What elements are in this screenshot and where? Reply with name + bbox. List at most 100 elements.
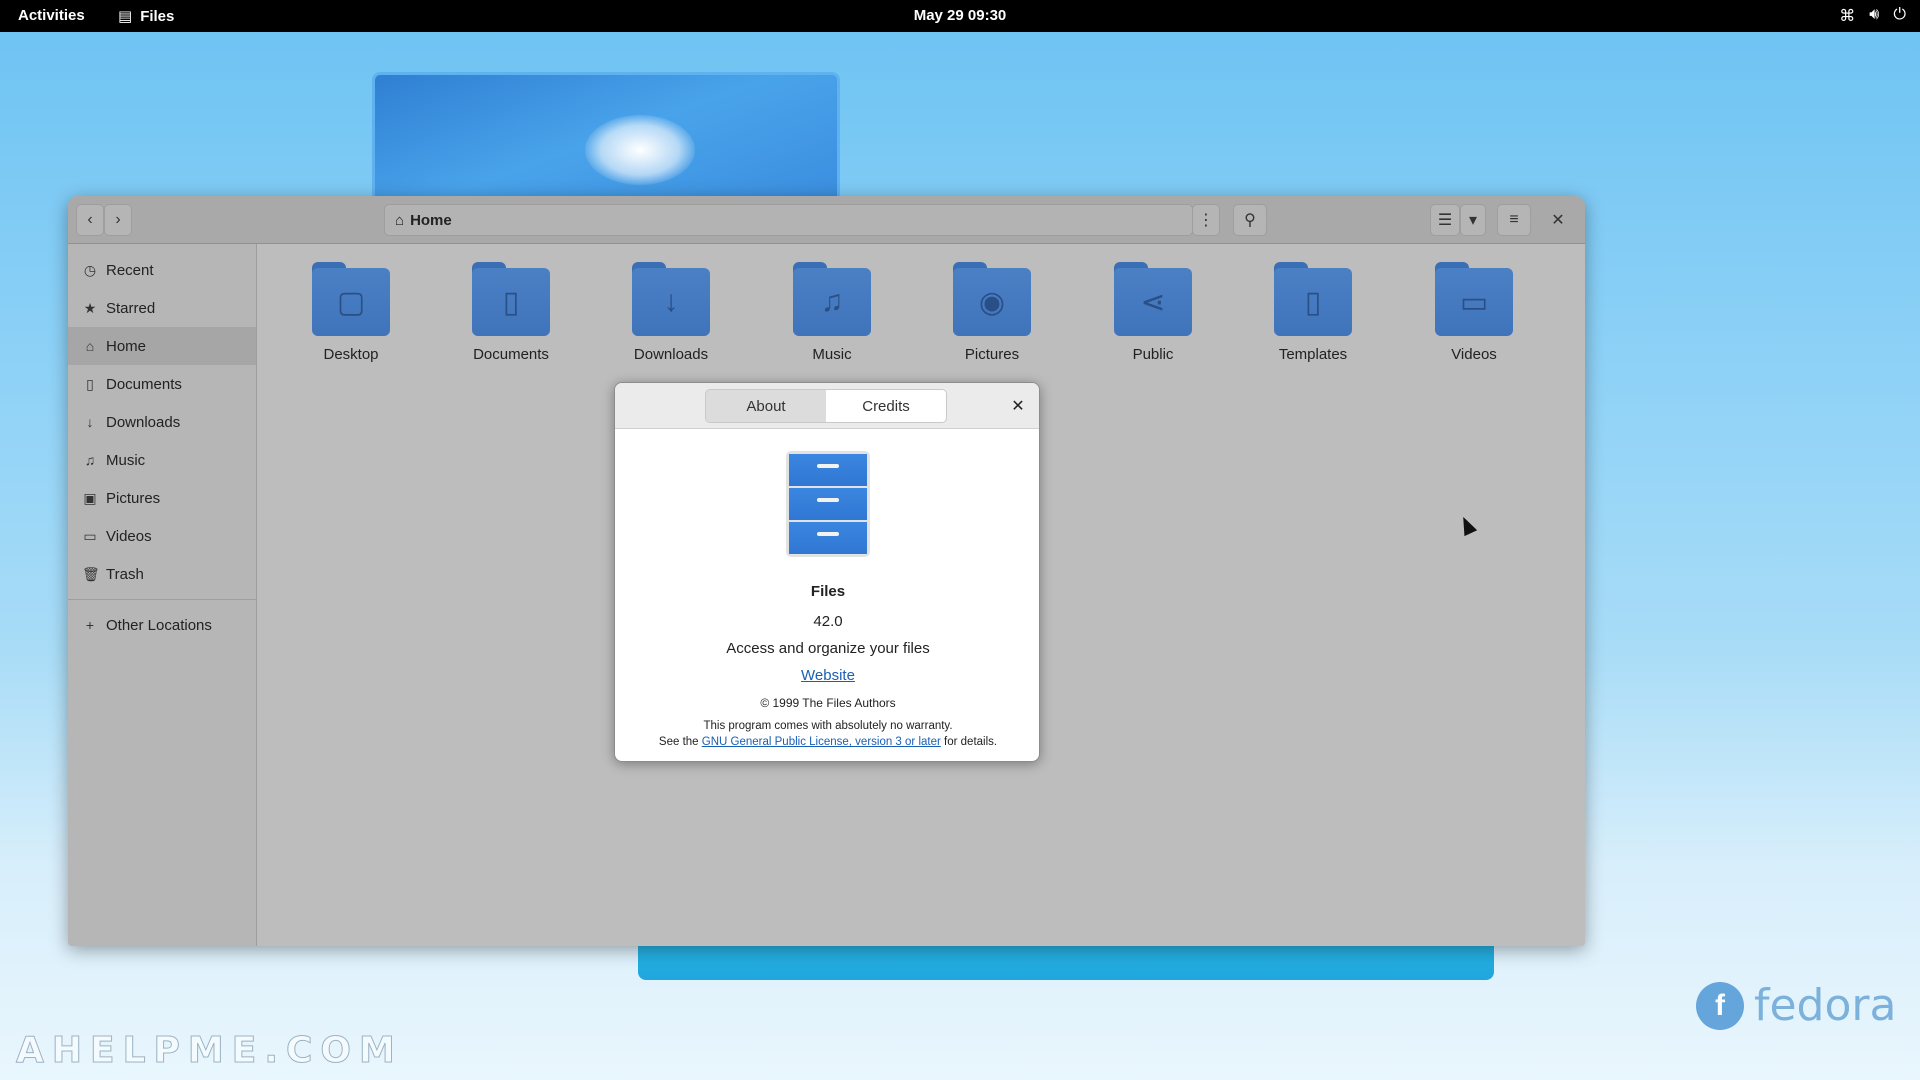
folder-icon: ▭ bbox=[1435, 262, 1513, 336]
sidebar-item-starred[interactable]: ★ Starred bbox=[68, 289, 256, 327]
power-icon[interactable]: ⏻ bbox=[1893, 6, 1906, 26]
sidebar-item-label: Videos bbox=[106, 527, 152, 545]
sidebar-item-documents[interactable]: ▯ Documents bbox=[68, 365, 256, 403]
top-bar: Activities ▤ Files May 29 09:30 ⌘ 🔊︎ ⏻ bbox=[0, 0, 1920, 32]
license-prefix: See the bbox=[658, 736, 699, 748]
folder-label: Downloads bbox=[633, 346, 709, 363]
sidebar-item-label: Downloads bbox=[106, 413, 181, 431]
folder-downloads[interactable]: ↓ Downloads bbox=[611, 262, 731, 372]
video-icon: ▭ bbox=[1459, 285, 1489, 319]
folder-templates[interactable]: ▯ Templates bbox=[1253, 262, 1373, 372]
kebab-menu-icon: ⋮ bbox=[1198, 212, 1214, 229]
sidebar-item-trash[interactable]: 🗑︎ Trash bbox=[68, 555, 256, 593]
view-list-button[interactable]: ☰ bbox=[1430, 204, 1460, 236]
folder-icon: ▯ bbox=[1274, 262, 1352, 336]
activities-button[interactable]: Activities bbox=[18, 7, 85, 24]
website-link[interactable]: Website bbox=[801, 667, 855, 684]
home-icon: ⌂ bbox=[85, 338, 95, 354]
folder-icon: ◉ bbox=[953, 262, 1031, 336]
license-text: See the GNU General Public License, vers… bbox=[615, 736, 1039, 748]
view-options-button[interactable]: ▾ bbox=[1460, 204, 1486, 236]
clock-container: May 29 09:30 bbox=[0, 7, 1920, 24]
document-icon: ▯ bbox=[86, 375, 94, 392]
chevron-down-icon: ▾ bbox=[1468, 212, 1478, 229]
clock[interactable]: May 29 09:30 bbox=[914, 7, 1007, 24]
wallpaper-window-graphic bbox=[372, 72, 840, 202]
app-name: Files bbox=[810, 583, 846, 600]
sidebar-item-label: Music bbox=[106, 451, 146, 469]
fedora-logo: f fedora bbox=[1696, 980, 1896, 1031]
wallpaper-base-graphic bbox=[638, 940, 1494, 980]
close-icon: ✕ bbox=[1011, 398, 1025, 415]
plus-icon: + bbox=[85, 617, 95, 633]
sidebar-item-music[interactable]: ♫ Music bbox=[68, 441, 256, 479]
location-menu-button[interactable]: ⋮ bbox=[1192, 204, 1220, 236]
search-button[interactable]: ⚲ bbox=[1233, 204, 1267, 236]
trash-icon: 🗑︎ bbox=[82, 565, 100, 582]
sidebar-item-videos[interactable]: ▭ Videos bbox=[68, 517, 256, 555]
folder-documents[interactable]: ▯ Documents bbox=[451, 262, 571, 372]
music-icon: ♫ bbox=[84, 452, 96, 468]
folder-public[interactable]: ⋖ Public bbox=[1093, 262, 1213, 372]
warranty-text: This program comes with absolutely no wa… bbox=[703, 720, 953, 732]
app-menu[interactable]: ▤ Files bbox=[118, 7, 174, 26]
forward-button[interactable]: › bbox=[104, 204, 132, 236]
folder-desktop[interactable]: ▢ Desktop bbox=[291, 262, 411, 372]
folder-icon: ⋖ bbox=[1114, 262, 1192, 336]
main-menu-button[interactable]: ≡ bbox=[1497, 204, 1531, 236]
sidebar-separator bbox=[68, 599, 256, 600]
sidebar-item-home[interactable]: ⌂ Home bbox=[68, 327, 256, 365]
network-icon[interactable]: ⌘ bbox=[1839, 6, 1855, 26]
location-bar[interactable]: ⌂ Home bbox=[384, 204, 1193, 236]
sidebar-item-label: Other Locations bbox=[106, 616, 212, 634]
download-icon: ↓ bbox=[663, 285, 679, 318]
system-tray[interactable]: ⌘ 🔊︎ ⏻ bbox=[1839, 6, 1906, 26]
sidebar-item-pictures[interactable]: ▣ Pictures bbox=[68, 479, 256, 517]
tab-about[interactable]: About bbox=[706, 390, 826, 422]
watermark: AHELPME.COM bbox=[16, 1030, 403, 1072]
sidebar-item-label: Home bbox=[106, 337, 147, 355]
sidebar-item-downloads[interactable]: ↓ Downloads bbox=[68, 403, 256, 441]
folder-music[interactable]: ♫ Music bbox=[772, 262, 892, 372]
close-icon: ✕ bbox=[1551, 212, 1565, 229]
folder-icon: ↓ bbox=[632, 262, 710, 336]
folder-label: Videos bbox=[1451, 346, 1497, 363]
back-button[interactable]: ‹ bbox=[76, 204, 104, 236]
file-cabinet-icon bbox=[786, 451, 870, 557]
sidebar-item-label: Starred bbox=[106, 299, 156, 317]
sidebar-item-label: Recent bbox=[106, 261, 154, 279]
folder-icon: ♫ bbox=[793, 262, 871, 336]
folder-pictures[interactable]: ◉ Pictures bbox=[932, 262, 1052, 372]
document-icon: ▯ bbox=[502, 285, 520, 319]
sidebar-item-label: Pictures bbox=[106, 489, 161, 507]
tab-credits[interactable]: Credits bbox=[826, 390, 946, 422]
folder-label: Templates bbox=[1278, 346, 1348, 363]
window-close-button[interactable]: ✕ bbox=[1544, 204, 1572, 236]
music-icon: ♫ bbox=[820, 285, 844, 318]
hamburger-menu-icon: ≡ bbox=[1509, 211, 1519, 228]
star-icon: ★ bbox=[83, 299, 97, 316]
sidebar-item-recent[interactable]: ◷ Recent bbox=[68, 251, 256, 289]
list-view-icon: ☰ bbox=[1437, 212, 1453, 229]
chevron-right-icon: › bbox=[115, 211, 121, 228]
sidebar-item-other-locations[interactable]: + Other Locations bbox=[68, 606, 256, 644]
folder-videos[interactable]: ▭ Videos bbox=[1414, 262, 1534, 372]
folder-icon: ▯ bbox=[472, 262, 550, 336]
sidebar-item-label: Trash bbox=[106, 565, 144, 583]
fedora-icon: f bbox=[1696, 981, 1744, 1030]
volume-icon[interactable]: 🔊︎ bbox=[1869, 6, 1879, 26]
license-link[interactable]: GNU General Public License, version 3 or… bbox=[702, 736, 941, 748]
website-link-container: Website bbox=[615, 667, 1039, 684]
dialog-close-button[interactable]: ✕ bbox=[1007, 395, 1029, 417]
download-icon: ↓ bbox=[86, 414, 94, 430]
copyright: © 1999 The Files Authors bbox=[760, 696, 896, 710]
home-icon: ⌂ bbox=[395, 211, 405, 229]
sidebar-item-label: Documents bbox=[106, 375, 182, 393]
app-description: Access and organize your files bbox=[726, 640, 930, 657]
location-label: Home bbox=[410, 211, 452, 229]
dialog-header: About Credits ✕ bbox=[615, 383, 1039, 429]
template-icon: ▯ bbox=[1304, 285, 1322, 319]
chevron-left-icon: ‹ bbox=[87, 211, 93, 228]
folder-label: Pictures bbox=[964, 346, 1020, 363]
clock-icon: ◷ bbox=[83, 261, 97, 278]
